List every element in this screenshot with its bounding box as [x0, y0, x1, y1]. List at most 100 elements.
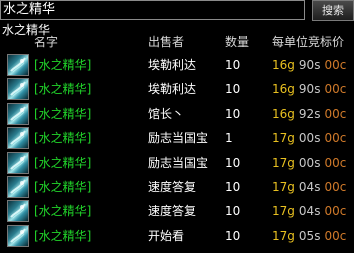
gold-unit: g — [287, 228, 295, 243]
price-silver: 90 — [298, 82, 315, 97]
seller-name: 埃勒利达 — [148, 82, 197, 97]
unit-price: 16g 90s 00c — [272, 82, 346, 96]
price-copper: 00 — [324, 131, 340, 146]
price-silver: 90 — [298, 58, 315, 72]
table-row[interactable]: [水之精华] 速度答复 10 17g 04s 00c — [0, 174, 354, 200]
unit-price: 17g 00s 00c — [272, 131, 346, 145]
quantity-value: 1 — [225, 131, 233, 146]
silver-unit: s — [314, 155, 321, 170]
column-header-unit-price[interactable]: 每单位竞标价 — [272, 35, 344, 49]
price-silver: 00 — [298, 131, 315, 146]
search-input[interactable]: 水之精华 — [0, 0, 305, 20]
price-gold: 17 — [272, 155, 288, 170]
copper-unit: c — [339, 131, 347, 146]
table-row[interactable]: [水之精华] 励志当国宝 1 17g 00s 00c — [0, 125, 354, 151]
item-name[interactable]: [水之精华] — [34, 156, 91, 170]
column-header-quantity[interactable]: 数量 — [225, 35, 249, 49]
gold-unit: g — [287, 58, 295, 72]
price-copper: 00 — [324, 82, 340, 97]
price-copper: 00 — [324, 155, 340, 170]
seller-name: 励志当国宝 — [148, 131, 209, 146]
price-gold: 17 — [272, 131, 288, 146]
price-silver: 04 — [298, 204, 315, 219]
price-silver: 05 — [298, 228, 315, 243]
item-name[interactable]: [水之精华] — [34, 131, 91, 145]
price-copper: 00 — [324, 180, 340, 194]
price-copper: 00 — [324, 228, 340, 243]
quantity-value: 10 — [225, 180, 241, 194]
water-essence-icon[interactable] — [7, 78, 29, 101]
quantity-value: 10 — [225, 58, 241, 72]
item-name[interactable]: [水之精华] — [34, 180, 91, 194]
unit-price: 17g 04s 00c — [272, 180, 346, 194]
silver-unit: s — [314, 131, 321, 146]
price-silver: 04 — [298, 180, 315, 194]
item-name[interactable]: [水之精华] — [34, 82, 91, 96]
quantity-value: 10 — [225, 228, 241, 243]
item-name[interactable]: [水之精华] — [34, 107, 91, 121]
item-name[interactable]: [水之精华] — [34, 229, 91, 243]
silver-unit: s — [314, 204, 321, 219]
price-gold: 16 — [272, 106, 288, 121]
copper-unit: c — [339, 228, 347, 243]
silver-unit: s — [314, 228, 321, 243]
table-row[interactable]: [水之精华] 励志当国宝 10 17g 00s 00c — [0, 150, 354, 176]
water-essence-icon[interactable] — [7, 54, 29, 76]
unit-price: 17g 05s 00c — [272, 229, 346, 243]
search-autocomplete-hint[interactable]: 水之精华 — [2, 23, 51, 37]
water-essence-icon[interactable] — [7, 200, 29, 223]
table-row[interactable]: [水之精华] 埃勒利达 10 16g 90s 00c — [0, 76, 354, 102]
table-row[interactable]: [水之精华] 馆长丶 10 16g 92s 00c — [0, 101, 354, 127]
column-header-name[interactable]: 名字 — [34, 35, 58, 49]
price-copper: 00 — [324, 58, 340, 72]
table-row[interactable]: [水之精华] 埃勒利达 10 16g 90s 00c — [0, 52, 354, 78]
unit-price: 17g 04s 00c — [272, 204, 346, 218]
silver-unit: s — [314, 180, 321, 194]
gold-unit: g — [287, 204, 295, 219]
unit-price: 16g 90s 00c — [272, 58, 346, 72]
quantity-value: 10 — [225, 82, 241, 97]
price-copper: 00 — [324, 204, 340, 219]
price-gold: 17 — [272, 204, 288, 219]
price-copper: 00 — [324, 106, 340, 121]
unit-price: 17g 00s 00c — [272, 156, 346, 170]
silver-unit: s — [314, 58, 321, 72]
seller-name: 开始看 — [148, 228, 185, 243]
gold-unit: g — [287, 180, 295, 194]
water-essence-icon[interactable] — [7, 127, 29, 150]
water-essence-icon[interactable] — [7, 176, 29, 198]
item-name[interactable]: [水之精华] — [34, 204, 91, 218]
price-gold: 17 — [272, 180, 288, 194]
copper-unit: c — [339, 204, 347, 219]
seller-name: 馆长丶 — [148, 106, 185, 121]
seller-name: 励志当国宝 — [148, 155, 209, 170]
silver-unit: s — [314, 106, 321, 121]
table-row[interactable]: [水之精华] 开始看 10 17g 05s 00c — [0, 223, 354, 249]
price-gold: 17 — [272, 228, 288, 243]
copper-unit: c — [339, 106, 347, 121]
column-header-seller[interactable]: 出售者 — [148, 35, 184, 49]
search-bar: 水之精华 搜索 — [0, 0, 354, 22]
water-essence-icon[interactable] — [7, 224, 29, 247]
seller-name: 速度答复 — [148, 180, 197, 194]
quantity-value: 10 — [225, 204, 241, 219]
gold-unit: g — [287, 82, 295, 97]
table-row[interactable]: [水之精华] 速度答复 10 17g 04s 00c — [0, 198, 354, 224]
copper-unit: c — [339, 82, 347, 97]
seller-name: 速度答复 — [148, 204, 197, 219]
copper-unit: c — [339, 180, 347, 194]
seller-name: 埃勒利达 — [148, 58, 197, 72]
search-button[interactable]: 搜索 — [312, 0, 354, 21]
price-gold: 16 — [272, 82, 288, 97]
price-silver: 00 — [298, 155, 315, 170]
copper-unit: c — [339, 58, 347, 72]
gold-unit: g — [287, 131, 295, 146]
water-essence-icon[interactable] — [7, 102, 29, 125]
unit-price: 16g 92s 00c — [272, 107, 346, 121]
price-gold: 16 — [272, 58, 288, 72]
gold-unit: g — [287, 155, 295, 170]
water-essence-icon[interactable] — [7, 151, 29, 174]
item-name[interactable]: [水之精华] — [34, 58, 91, 72]
gold-unit: g — [287, 106, 295, 121]
copper-unit: c — [339, 155, 347, 170]
